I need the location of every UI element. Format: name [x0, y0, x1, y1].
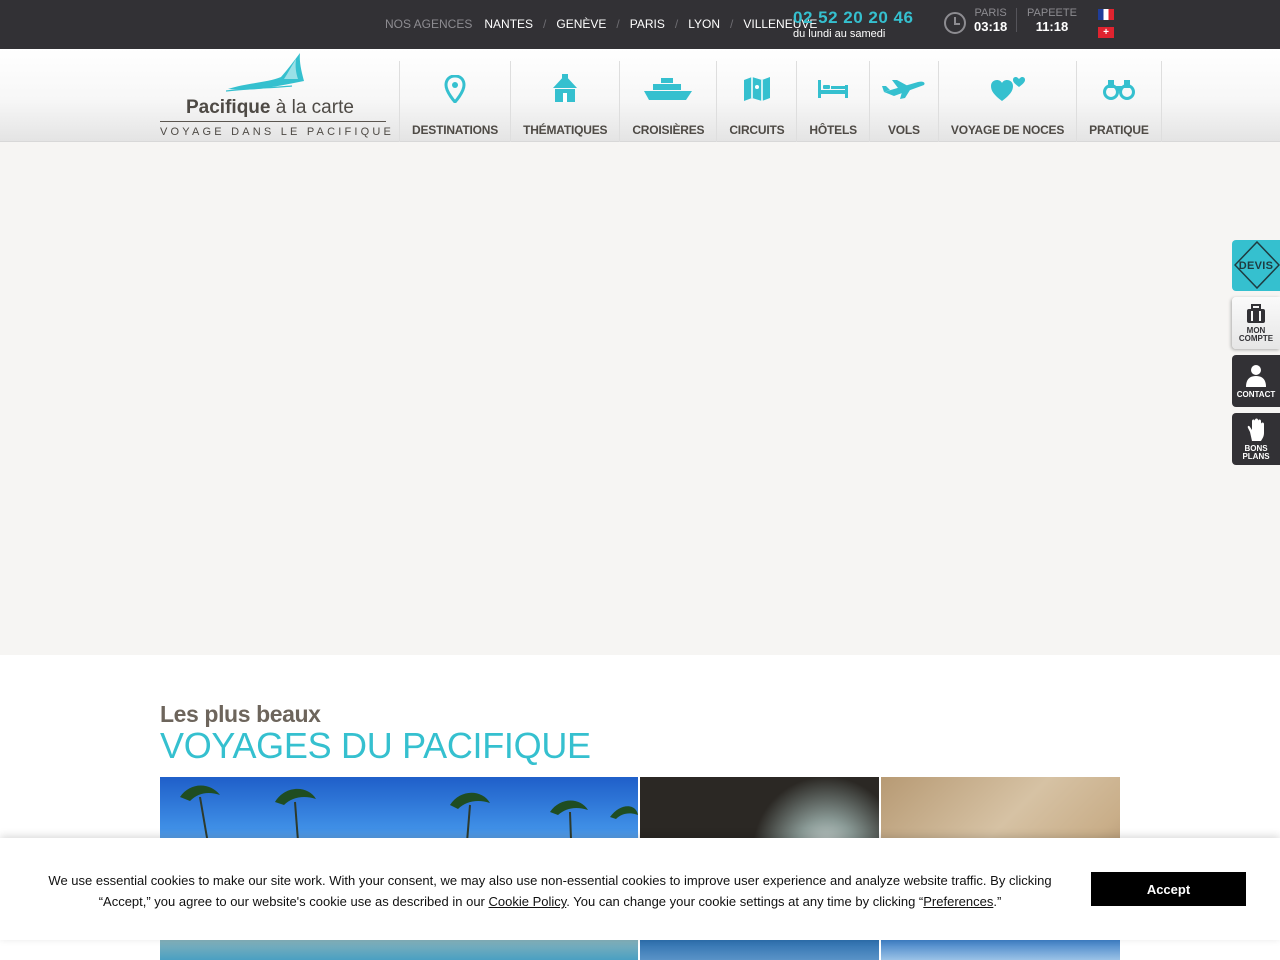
- agency-separator: /: [616, 17, 620, 31]
- nav-label: DESTINATIONS: [412, 123, 499, 137]
- hero-slideshow-area: [0, 142, 1280, 655]
- phone-block: 02 52 20 20 46 du lundi au samedi: [793, 8, 913, 40]
- mon-compte-tab[interactable]: MON COMPTE: [1232, 297, 1280, 349]
- map-pin-icon: [444, 75, 466, 103]
- accept-cookies-button[interactable]: Accept: [1091, 872, 1246, 906]
- logo-tagline: VOYAGE DANS LE PACIFIQUE: [160, 126, 395, 138]
- agency-separator: /: [730, 17, 734, 31]
- manta-ray-logo-icon: [226, 53, 304, 92]
- nav-label: CROISIÈRES: [632, 123, 705, 137]
- nav-item-voyage-de-noces[interactable]: VOYAGE DE NOCES: [937, 61, 1076, 142]
- contact-label: CONTACT: [1236, 389, 1276, 399]
- main-nav: DESTINATIONS THÉMATIQUES CROISIÈRES CIRC…: [399, 61, 1162, 142]
- clock-icon: [944, 12, 966, 34]
- flag-switzerland-icon[interactable]: +: [1098, 27, 1114, 38]
- time-paris: PARIS 03:18: [974, 7, 1007, 34]
- swiss-cross: +: [1103, 26, 1109, 38]
- preferences-link[interactable]: Preferences: [923, 894, 993, 909]
- agency-link-paris[interactable]: PARIS: [630, 17, 665, 31]
- logo-name-bold: Pacifique: [186, 97, 271, 118]
- phone-number[interactable]: 02 52 20 20 46: [793, 8, 913, 28]
- nav-label: THÉMATIQUES: [523, 123, 608, 137]
- logo-rule: [160, 121, 386, 122]
- section-title: VOYAGES DU PACIFIQUE: [160, 725, 591, 766]
- map-icon: [743, 77, 770, 101]
- site-logo[interactable]: Pacifique à la carte VOYAGE DANS LE PACI…: [160, 53, 391, 139]
- suitcase-icon: [1247, 303, 1265, 323]
- time-divider: [1016, 8, 1017, 32]
- hearts-icon: [990, 77, 1025, 101]
- agency-link-geneve[interactable]: GENÈVE: [556, 17, 606, 31]
- devis-tab[interactable]: DEVIS: [1232, 240, 1280, 291]
- bons-plans-label: BONS PLANS: [1242, 443, 1270, 461]
- nav-item-thematiques[interactable]: THÉMATIQUES: [510, 61, 619, 142]
- nav-item-croisieres[interactable]: CROISIÈRES: [619, 61, 716, 142]
- nav-item-hotels[interactable]: HÔTELS: [796, 61, 868, 142]
- top-bar: NOS AGENCES NANTES / GENÈVE / PARIS / LY…: [0, 0, 1280, 49]
- phone-hours: du lundi au samedi: [793, 28, 886, 40]
- devis-label: DEVIS: [1238, 259, 1274, 272]
- ship-icon: [644, 78, 693, 100]
- nav-label: HÔTELS: [809, 123, 857, 137]
- cookie-policy-link[interactable]: Cookie Policy: [488, 894, 566, 909]
- header: Pacifique à la carte VOYAGE DANS LE PACI…: [0, 49, 1280, 142]
- hut-icon: [553, 74, 578, 102]
- cookie-text: We use essential cookies to make our sit…: [30, 870, 1070, 912]
- person-icon: [1246, 364, 1266, 387]
- agencies-label: NOS AGENCES: [385, 17, 473, 31]
- logo-name-rest: à la carte: [270, 97, 354, 118]
- nav-item-destinations[interactable]: DESTINATIONS: [399, 61, 510, 142]
- bons-plans-tab[interactable]: BONS PLANS: [1232, 413, 1280, 465]
- airplane-icon: [881, 80, 925, 99]
- voyage-photo-lagoon[interactable]: [640, 940, 879, 960]
- nav-label: VOYAGE DE NOCES: [950, 123, 1065, 137]
- time-value: 11:18: [1035, 19, 1069, 34]
- agencies-menu: NOS AGENCES NANTES / GENÈVE / PARIS / LY…: [385, 17, 817, 31]
- cookie-banner: We use essential cookies to make our sit…: [0, 838, 1280, 940]
- time-papeete: PAPEETE 11:18: [1027, 7, 1077, 34]
- nav-item-circuits[interactable]: CIRCUITS: [716, 61, 796, 142]
- agency-separator: /: [543, 17, 547, 31]
- time-value: 03:18: [974, 19, 1008, 34]
- nav-label: PRATIQUE: [1089, 123, 1149, 137]
- mon-compte-label: MON COMPTE: [1238, 325, 1274, 343]
- bed-icon: [818, 80, 849, 98]
- hand-icon: [1247, 418, 1264, 441]
- cookie-text-part: . You can change your cookie settings at…: [566, 894, 924, 909]
- binoculars-icon: [1102, 80, 1135, 100]
- logo-name: Pacifique à la carte: [186, 97, 354, 119]
- flag-france-icon[interactable]: [1098, 9, 1114, 20]
- nav-label: VOLS: [887, 123, 920, 137]
- section-subtitle: Les plus beaux: [160, 701, 321, 727]
- agency-link-lyon[interactable]: LYON: [688, 17, 720, 31]
- agency-link-nantes[interactable]: NANTES: [484, 17, 533, 31]
- nav-item-vols[interactable]: VOLS: [868, 61, 938, 142]
- voyage-photo-sailboat[interactable]: [881, 940, 1120, 960]
- cookie-text-part: .”: [993, 894, 1002, 909]
- agency-separator: /: [674, 17, 679, 31]
- nav-item-pratique[interactable]: PRATIQUE: [1076, 61, 1162, 142]
- contact-tab[interactable]: CONTACT: [1232, 355, 1280, 407]
- nav-label: CIRCUITS: [729, 123, 785, 137]
